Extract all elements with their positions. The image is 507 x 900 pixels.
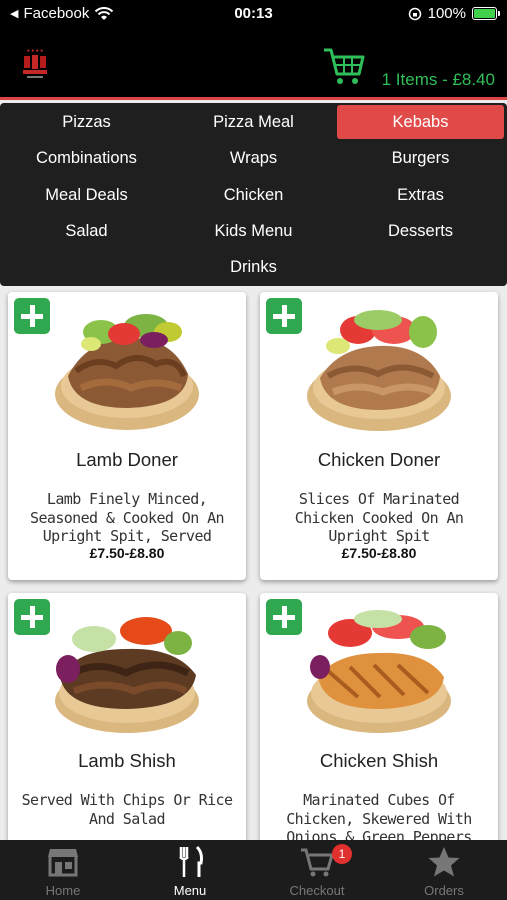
tab-label: Checkout <box>289 883 345 898</box>
app-header: ● ● ● ● 1 Items - £8.40 <box>0 28 507 100</box>
category-wraps[interactable]: Wraps <box>170 141 337 175</box>
category-pizzas[interactable]: Pizzas <box>3 105 170 139</box>
product-name: Chicken Doner <box>317 449 441 470</box>
tab-label: Home <box>45 883 81 898</box>
product-card-chicken-doner[interactable]: Chicken Doner Slices Of Marinated Chicke… <box>260 292 498 580</box>
category-salad[interactable]: Salad <box>3 214 170 248</box>
bottom-tab-bar: Home Menu Checkout Orders 1 <box>0 840 507 900</box>
product-card-lamb-doner[interactable]: Lamb Doner Lamb Finely Minced, Seasoned … <box>8 292 246 580</box>
tab-orders[interactable]: Orders <box>381 840 507 900</box>
product-grid: Lamb Doner Lamb Finely Minced, Seasoned … <box>0 286 507 840</box>
tab-checkout[interactable]: Checkout <box>254 840 380 900</box>
product-description: Slices Of Marinated Chicken Cooked On An… <box>294 490 464 545</box>
lamb-shish-image <box>55 617 199 733</box>
checkout-badge: 1 <box>332 844 352 864</box>
lamb-doner-image <box>55 314 199 430</box>
product-description: Lamb Finely Minced, Seasoned & Cooked On… <box>30 490 225 545</box>
rotation-lock-icon <box>408 7 421 20</box>
fork-knife-icon <box>179 845 203 877</box>
tab-home[interactable]: Home <box>0 840 126 900</box>
category-combinations[interactable]: Combinations <box>3 141 170 175</box>
battery-icon <box>472 7 500 20</box>
cart-icon <box>301 848 334 877</box>
add-to-cart-button[interactable] <box>266 599 302 635</box>
category-meal-deals[interactable]: Meal Deals <box>3 178 170 212</box>
add-to-cart-button[interactable] <box>14 599 50 635</box>
category-kebabs[interactable]: Kebabs <box>337 105 504 139</box>
add-to-cart-button[interactable] <box>266 298 302 334</box>
star-icon <box>428 847 460 877</box>
tab-menu[interactable]: Menu <box>127 840 253 900</box>
product-card-lamb-shish[interactable]: Lamb Shish Served With Chips Or Rice And… <box>8 593 246 840</box>
product-name: Lamb Shish <box>78 750 176 771</box>
product-description: Served With Chips Or Rice And Salad <box>21 791 233 828</box>
category-drinks[interactable]: Drinks <box>170 250 337 284</box>
restaurant-logo[interactable]: ● ● ● ● <box>18 46 52 82</box>
battery-level <box>474 9 495 18</box>
category-extras[interactable]: Extras <box>337 178 504 212</box>
tab-label: Menu <box>173 883 207 898</box>
product-name: Chicken Shish <box>319 750 439 771</box>
svg-text:● ● ● ●: ● ● ● ● <box>27 48 43 54</box>
cart-icon[interactable] <box>322 44 366 88</box>
product-price: £7.50-£8.80 <box>89 545 165 561</box>
store-icon <box>48 849 78 877</box>
category-kids-menu[interactable]: Kids Menu <box>170 214 337 248</box>
add-to-cart-button[interactable] <box>14 298 50 334</box>
category-pizza-meal[interactable]: Pizza Meal <box>170 105 337 139</box>
product-price: £7.50-£8.80 <box>341 545 417 561</box>
category-burgers[interactable]: Burgers <box>337 141 504 175</box>
status-bar: ◀ Facebook 00:13 100% <box>0 0 507 28</box>
category-chicken[interactable]: Chicken <box>170 178 337 212</box>
category-menu: Pizzas Pizza Meal Kebabs Combinations Wr… <box>0 103 507 286</box>
chicken-doner-image <box>307 310 451 431</box>
product-description: Marinated Cubes Of Chicken, Skewered Wit… <box>286 791 472 840</box>
category-desserts[interactable]: Desserts <box>337 214 504 248</box>
battery-percent: 100% <box>427 5 466 22</box>
product-name: Lamb Doner <box>76 449 178 470</box>
tab-label: Orders <box>424 883 464 898</box>
cart-summary[interactable]: 1 Items - £8.40 <box>382 70 495 90</box>
chicken-shish-image <box>307 610 451 733</box>
product-card-chicken-shish[interactable]: Chicken Shish Marinated Cubes Of Chicken… <box>260 593 498 840</box>
